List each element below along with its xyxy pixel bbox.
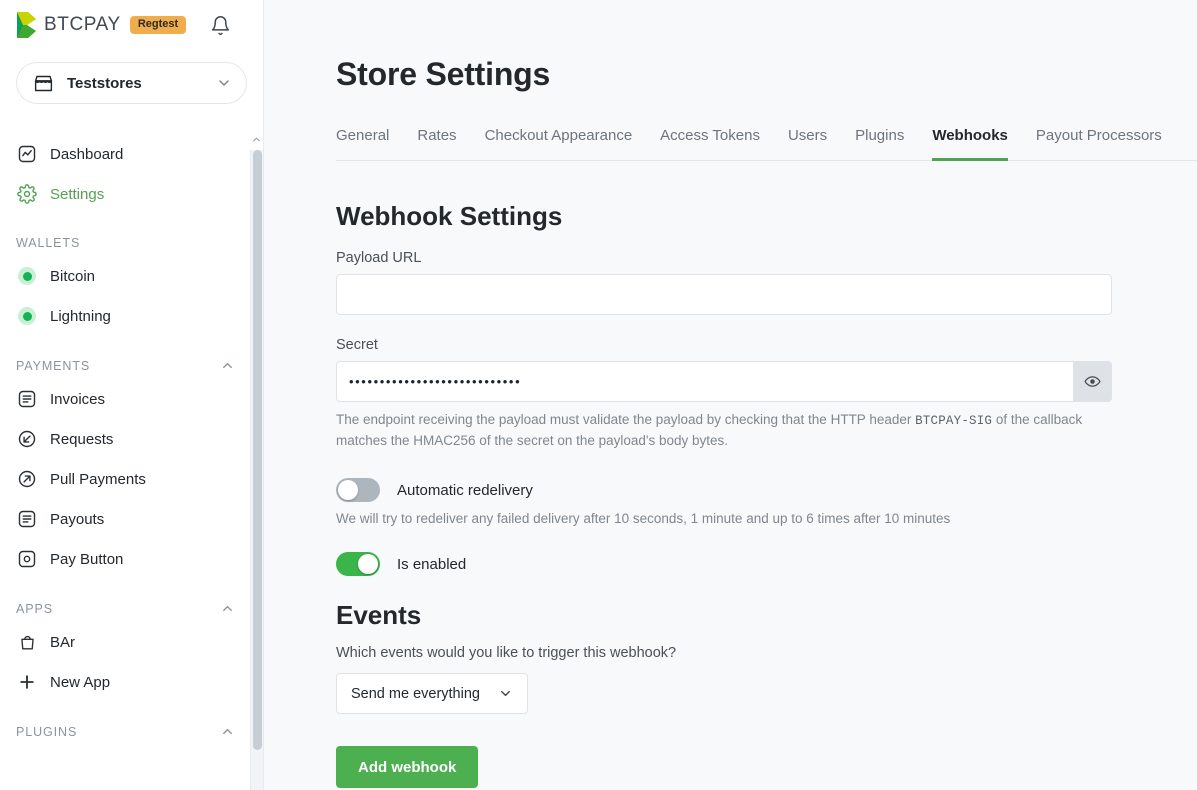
bag-icon bbox=[16, 631, 38, 653]
status-dot-icon bbox=[16, 265, 38, 287]
sidebar-item-label: Pay Button bbox=[50, 551, 123, 568]
sidebar-item-label: Requests bbox=[50, 431, 113, 448]
store-selector[interactable]: Teststores bbox=[16, 62, 247, 104]
automatic-redelivery-row: Automatic redelivery bbox=[336, 478, 1197, 502]
secret-field-group: Secret The endpoint receiving the payloa… bbox=[336, 337, 1197, 452]
page-title: Store Settings bbox=[336, 56, 1197, 93]
secret-help-prefix: The endpoint receiving the payload must … bbox=[336, 412, 915, 427]
sidebar-item-pull-payments[interactable]: Pull Payments bbox=[0, 459, 252, 499]
chevron-up-icon bbox=[220, 724, 236, 739]
automatic-redelivery-help: We will try to redeliver any failed deli… bbox=[336, 511, 1197, 526]
section-label: PLUGINS bbox=[16, 725, 220, 739]
section-label: APPS bbox=[16, 602, 220, 616]
eye-icon[interactable] bbox=[1073, 361, 1112, 402]
chevron-down-icon bbox=[216, 75, 232, 91]
pull-payment-arrow-icon bbox=[16, 468, 38, 490]
tab-rates[interactable]: Rates bbox=[417, 127, 456, 161]
sidebar-item-label: Payouts bbox=[50, 511, 104, 528]
webhook-settings-heading: Webhook Settings bbox=[336, 201, 1197, 232]
btcpay-logo-icon bbox=[16, 11, 38, 39]
secret-label: Secret bbox=[336, 337, 1197, 353]
add-webhook-button[interactable]: Add webhook bbox=[336, 746, 478, 788]
request-arrow-icon bbox=[16, 428, 38, 450]
payload-url-field-group: Payload URL bbox=[336, 250, 1197, 315]
sidebar-scrollbar-thumb[interactable] bbox=[253, 150, 262, 750]
sidebar-item-label: BAr bbox=[50, 634, 75, 651]
sidebar-item-new-app[interactable]: New App bbox=[0, 662, 252, 702]
tab-access-tokens[interactable]: Access Tokens bbox=[660, 127, 760, 161]
events-question: Which events would you like to trigger t… bbox=[336, 645, 1197, 661]
app-root: BTCPAY Regtest Teststores bbox=[0, 0, 1197, 790]
events-select[interactable]: Send me everything bbox=[336, 673, 528, 714]
sidebar-item-bitcoin[interactable]: Bitcoin bbox=[0, 256, 252, 296]
is-enabled-label: Is enabled bbox=[397, 556, 466, 573]
section-label: WALLETS bbox=[16, 236, 236, 250]
payload-url-input[interactable] bbox=[336, 274, 1112, 315]
is-enabled-toggle[interactable] bbox=[336, 552, 380, 576]
payout-icon bbox=[16, 508, 38, 530]
sidebar-item-label: Pull Payments bbox=[50, 471, 146, 488]
sidebar-section-payments[interactable]: PAYMENTS bbox=[0, 336, 252, 379]
tab-checkout-appearance[interactable]: Checkout Appearance bbox=[485, 127, 633, 161]
secret-help-text: The endpoint receiving the payload must … bbox=[336, 410, 1114, 452]
automatic-redelivery-toggle[interactable] bbox=[336, 478, 380, 502]
automatic-redelivery-label: Automatic redelivery bbox=[397, 482, 533, 499]
sidebar-item-bar-app[interactable]: BAr bbox=[0, 622, 252, 662]
section-label: PAYMENTS bbox=[16, 359, 220, 373]
secret-input[interactable] bbox=[336, 361, 1073, 402]
sidebar-item-label: Lightning bbox=[50, 308, 111, 325]
gear-icon bbox=[16, 183, 38, 205]
store-icon bbox=[33, 73, 55, 94]
sidebar-section-apps[interactable]: APPS bbox=[0, 579, 252, 622]
main-content: Store Settings General Rates Checkout Ap… bbox=[264, 0, 1197, 790]
sidebar-item-invoices[interactable]: Invoices bbox=[0, 379, 252, 419]
sidebar-item-label: Dashboard bbox=[50, 146, 123, 163]
scroll-up-chevron-icon[interactable] bbox=[250, 128, 263, 150]
tab-webhooks[interactable]: Webhooks bbox=[932, 127, 1008, 161]
settings-tabs: General Rates Checkout Appearance Access… bbox=[336, 127, 1197, 161]
sidebar-item-label: Settings bbox=[50, 186, 104, 203]
chevron-down-icon bbox=[498, 686, 513, 701]
sidebar-item-lightning[interactable]: Lightning bbox=[0, 296, 252, 336]
tab-users[interactable]: Users bbox=[788, 127, 827, 161]
sidebar-section-plugins[interactable]: PLUGINS bbox=[0, 702, 252, 745]
pay-button-icon bbox=[16, 548, 38, 570]
tab-general[interactable]: General bbox=[336, 127, 389, 161]
invoice-icon bbox=[16, 388, 38, 410]
tab-plugins[interactable]: Plugins bbox=[855, 127, 904, 161]
sidebar: BTCPAY Regtest Teststores bbox=[0, 0, 264, 790]
notifications-bell-icon[interactable] bbox=[207, 12, 233, 38]
plus-icon bbox=[16, 671, 38, 693]
sidebar-section-wallets: WALLETS bbox=[0, 214, 252, 256]
environment-badge: Regtest bbox=[130, 16, 186, 34]
sidebar-item-requests[interactable]: Requests bbox=[0, 419, 252, 459]
sidebar-item-pay-button[interactable]: Pay Button bbox=[0, 539, 252, 579]
sidebar-scrollbar[interactable] bbox=[250, 128, 263, 790]
events-heading: Events bbox=[336, 600, 1197, 631]
is-enabled-row: Is enabled bbox=[336, 552, 1197, 576]
status-dot-icon bbox=[16, 305, 38, 327]
brand-name: BTCPAY bbox=[44, 14, 121, 36]
sidebar-item-label: Bitcoin bbox=[50, 268, 95, 285]
sidebar-item-settings[interactable]: Settings bbox=[0, 174, 252, 214]
sidebar-item-dashboard[interactable]: Dashboard bbox=[0, 134, 252, 174]
sidebar-item-label: New App bbox=[50, 674, 110, 691]
payload-url-label: Payload URL bbox=[336, 250, 1197, 266]
chevron-up-icon bbox=[220, 358, 236, 373]
chevron-up-icon bbox=[220, 601, 236, 616]
dashboard-icon bbox=[16, 143, 38, 165]
tab-payout-processors[interactable]: Payout Processors bbox=[1036, 127, 1162, 161]
sidebar-item-label: Invoices bbox=[50, 391, 105, 408]
events-select-value: Send me everything bbox=[351, 686, 480, 702]
btcpay-sig-code: BTCPAY-SIG bbox=[915, 414, 992, 428]
sidebar-item-payouts[interactable]: Payouts bbox=[0, 499, 252, 539]
store-name: Teststores bbox=[67, 75, 216, 92]
sidebar-nav: Dashboard Settings WALLETS Bitcoin bbox=[0, 128, 252, 790]
